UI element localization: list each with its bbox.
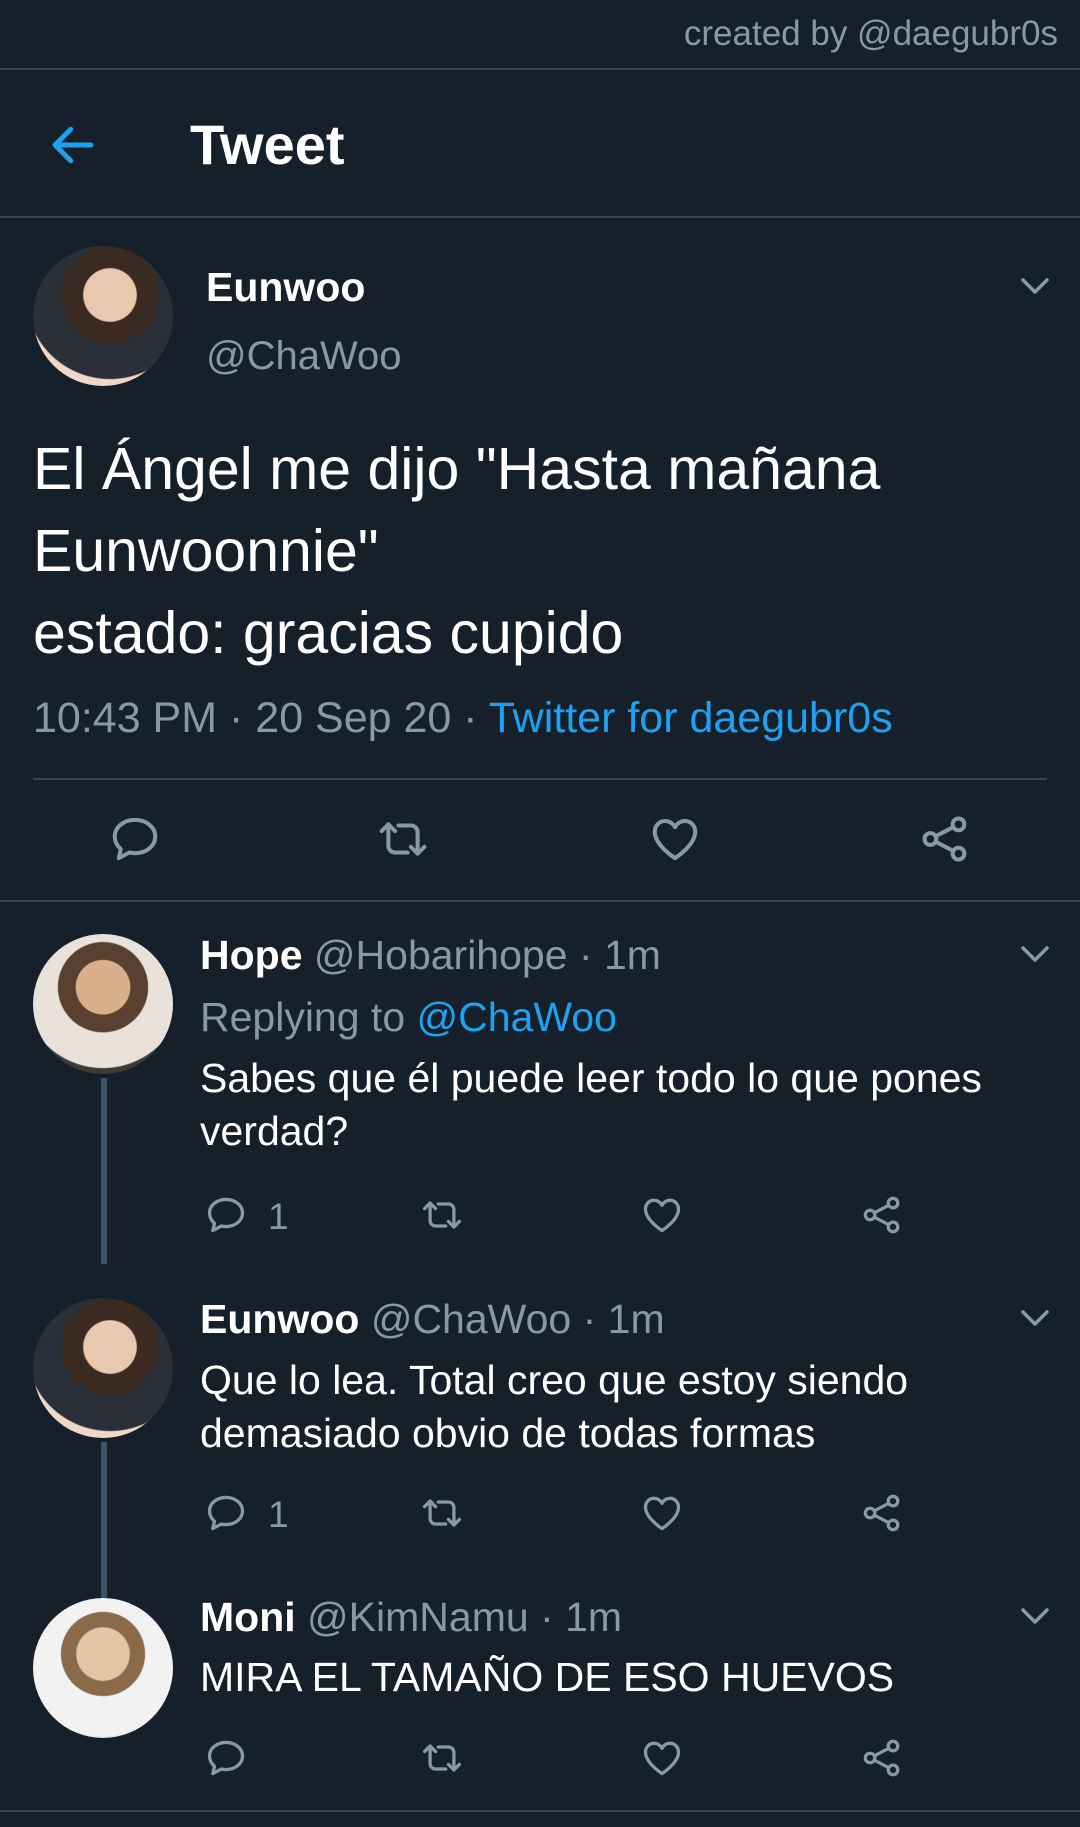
share-icon[interactable] — [918, 812, 972, 866]
retweet-icon[interactable] — [420, 1736, 464, 1780]
reply-time: 1m — [603, 932, 661, 978]
thread-line — [101, 1078, 107, 1264]
chevron-down-icon[interactable] — [1020, 277, 1050, 295]
chevron-down-icon[interactable] — [1020, 1309, 1050, 1327]
reply-icon[interactable] — [204, 1736, 248, 1780]
replying-to-label: Replying to — [200, 994, 406, 1040]
reply-icon[interactable] — [204, 1193, 248, 1237]
tweet-date: 20 Sep 20 — [255, 694, 452, 742]
avatar[interactable] — [33, 1598, 173, 1738]
tweet-source-link[interactable]: Twitter for daegubr0s — [489, 694, 893, 742]
reply-text: Sabes que él puede leer todo lo que pone… — [200, 1055, 982, 1154]
divider — [0, 900, 1080, 902]
page-title: Tweet — [190, 113, 345, 176]
avatar[interactable] — [33, 934, 173, 1074]
author-handle[interactable]: @ChaWoo — [206, 334, 402, 379]
reply-text: Que lo lea. Total creo que estoy siendo … — [200, 1357, 909, 1456]
retweet-icon[interactable] — [376, 812, 430, 866]
back-arrow-icon[interactable] — [46, 118, 100, 172]
author-handle[interactable]: @KimNamu — [307, 1594, 529, 1640]
chevron-down-icon[interactable] — [1020, 1607, 1050, 1625]
share-icon[interactable] — [860, 1193, 904, 1237]
tweet-meta: 10:43 PM · 20 Sep 20 · Twitter for daegu… — [33, 694, 893, 742]
reply-time: 1m — [607, 1296, 665, 1342]
author-name[interactable]: Moni — [200, 1594, 296, 1640]
tweet-time: 10:43 PM — [33, 694, 218, 742]
reply-text: MIRA EL TAMAÑO DE ESO HUEVOS — [200, 1654, 895, 1700]
retweet-icon[interactable] — [420, 1491, 464, 1535]
credit-text: created by @daegubr0s — [683, 14, 1058, 53]
share-icon[interactable] — [860, 1491, 904, 1535]
author-handle[interactable]: @Hobarihope — [314, 932, 568, 978]
divider — [0, 1810, 1080, 1812]
replying-to: Replying to @ChaWoo — [200, 994, 617, 1041]
replying-to-handle[interactable]: @ChaWoo — [417, 994, 617, 1040]
tweet-text: El Ángel me dijo "Hasta mañana Eunwoonni… — [33, 436, 881, 666]
like-icon[interactable] — [640, 1736, 684, 1780]
reply-icon[interactable] — [204, 1491, 248, 1535]
like-icon[interactable] — [648, 812, 702, 866]
author-name[interactable]: Hope — [200, 932, 303, 978]
reply-header: Eunwoo @ChaWoo · 1m — [200, 1296, 665, 1342]
header-bar: Tweet — [0, 70, 1080, 216]
reply-icon[interactable] — [108, 812, 162, 866]
like-icon[interactable] — [640, 1491, 684, 1535]
thread-line — [101, 1442, 107, 1600]
reply-count: 1 — [268, 1196, 289, 1237]
share-icon[interactable] — [860, 1736, 904, 1780]
chevron-down-icon[interactable] — [1020, 945, 1050, 963]
divider — [33, 778, 1047, 780]
reply-header: Hope @Hobarihope · 1m — [200, 932, 661, 978]
avatar[interactable] — [33, 246, 173, 386]
author-name[interactable]: Eunwoo — [206, 264, 365, 311]
retweet-icon[interactable] — [420, 1193, 464, 1237]
reply-time: 1m — [565, 1594, 623, 1640]
reply-header: Moni @KimNamu · 1m — [200, 1594, 623, 1640]
like-icon[interactable] — [640, 1193, 684, 1237]
author-handle[interactable]: @ChaWoo — [371, 1296, 571, 1342]
divider — [0, 216, 1080, 218]
reply-count: 1 — [268, 1494, 289, 1535]
avatar[interactable] — [33, 1298, 173, 1438]
author-name[interactable]: Eunwoo — [200, 1296, 359, 1342]
